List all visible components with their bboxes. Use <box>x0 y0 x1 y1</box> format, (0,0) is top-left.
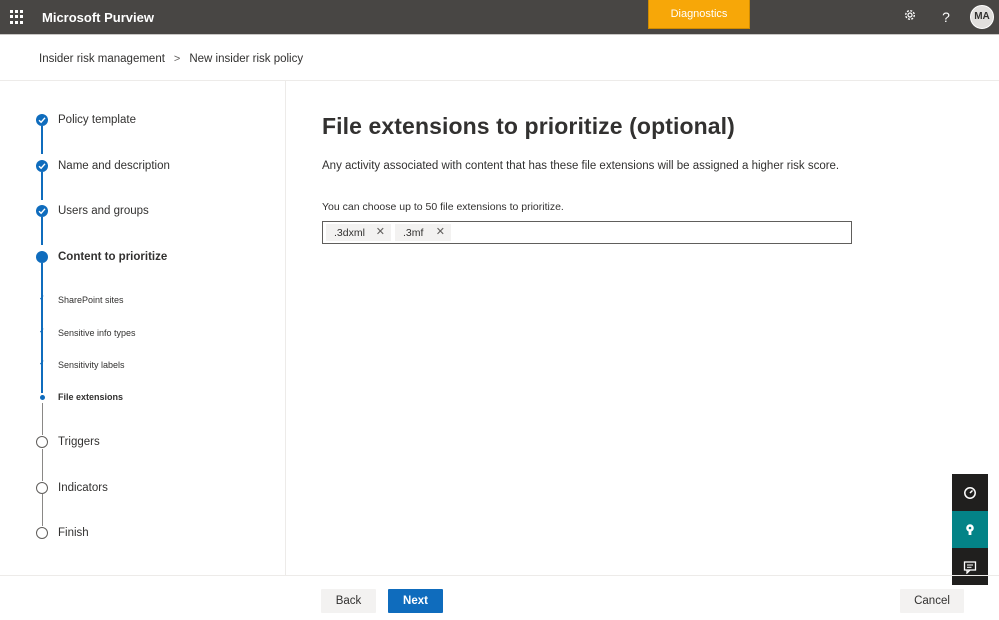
substep-sensitive-info-types[interactable]: Sensitive info types <box>58 328 136 338</box>
check-circle-icon <box>36 205 48 217</box>
step-connector <box>42 403 43 435</box>
step-indicators[interactable]: Indicators <box>58 482 108 494</box>
empty-circle-icon <box>36 482 48 494</box>
help-icon[interactable]: ? <box>937 8 955 26</box>
extension-tag-label: .3mf <box>403 226 424 239</box>
next-button[interactable]: Next <box>388 589 443 613</box>
step-connector <box>42 494 43 526</box>
substep-sharepoint-sites[interactable]: SharePoint sites <box>58 295 124 305</box>
check-circle-icon <box>36 160 48 172</box>
file-extensions-picker[interactable]: .3dxml ✕ .3mf ✕ <box>322 221 852 244</box>
empty-circle-icon <box>36 436 48 448</box>
current-step-dot-icon <box>36 251 48 263</box>
gauge-icon[interactable] <box>952 474 988 511</box>
step-policy-template[interactable]: Policy template <box>58 114 136 126</box>
remove-tag-icon[interactable]: ✕ <box>376 225 385 238</box>
extension-tag-label: .3dxml <box>334 226 365 239</box>
step-connector <box>41 126 43 154</box>
remove-tag-icon[interactable]: ✕ <box>436 225 445 238</box>
extension-tag: .3dxml ✕ <box>326 224 391 241</box>
step-connector <box>41 217 43 245</box>
substep-file-extensions[interactable]: File extensions <box>58 392 123 402</box>
step-connector <box>41 172 43 200</box>
step-users-and-groups[interactable]: Users and groups <box>58 205 149 217</box>
cancel-button[interactable]: Cancel <box>900 589 964 613</box>
breadcrumb-bar: Insider risk management > New insider ri… <box>0 34 999 81</box>
check-icon: ✓ <box>39 328 45 335</box>
wizard-footer: Back Next Cancel <box>0 575 999 620</box>
step-content-to-prioritize[interactable]: Content to prioritize <box>58 251 167 263</box>
wizard-steps: Policy template Name and description Use… <box>0 81 286 575</box>
check-circle-icon <box>36 114 48 126</box>
app-launcher-icon[interactable] <box>10 10 24 24</box>
app-title[interactable]: Microsoft Purview <box>42 10 154 25</box>
substep-sensitivity-labels[interactable]: Sensitivity labels <box>58 360 125 370</box>
step-connector <box>42 449 43 481</box>
step-finish[interactable]: Finish <box>58 527 89 539</box>
breadcrumb: Insider risk management > New insider ri… <box>39 53 303 65</box>
current-substep-dot-icon <box>40 395 45 400</box>
chevron-right-icon: > <box>173 53 181 65</box>
back-button[interactable]: Back <box>321 589 376 613</box>
top-bar: Microsoft Purview Diagnostics ? MA <box>0 0 999 34</box>
diagnostics-button[interactable]: Diagnostics <box>648 0 750 29</box>
empty-circle-icon <box>36 527 48 539</box>
page-title: File extensions to prioritize (optional) <box>322 113 735 139</box>
file-extensions-label: You can choose up to 50 file extensions … <box>322 201 564 213</box>
check-icon: ✓ <box>39 360 45 367</box>
step-name-and-description[interactable]: Name and description <box>58 160 170 172</box>
breadcrumb-item-insider-risk[interactable]: Insider risk management <box>39 53 165 65</box>
gear-icon[interactable] <box>901 8 919 26</box>
page-description: Any activity associated with content tha… <box>322 160 840 172</box>
extension-tag: .3mf ✕ <box>395 224 451 241</box>
person-help-icon[interactable] <box>952 511 988 548</box>
breadcrumb-item-new-policy: New insider risk policy <box>189 53 304 65</box>
avatar[interactable]: MA <box>970 5 994 29</box>
step-triggers[interactable]: Triggers <box>58 436 100 448</box>
check-icon: ✓ <box>39 295 45 302</box>
